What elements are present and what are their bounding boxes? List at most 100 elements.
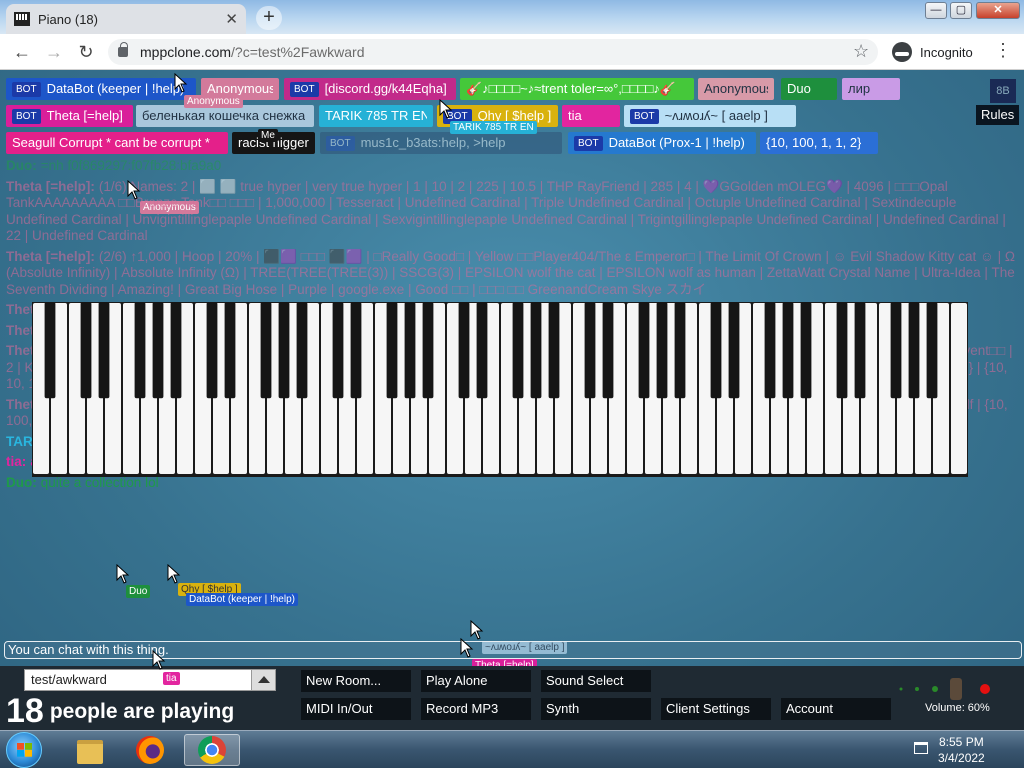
participant-tag[interactable]: BOT Theta [=help] xyxy=(6,105,133,127)
sound-select-button[interactable]: Sound Select xyxy=(541,670,651,692)
window-maximize-button[interactable]: ▢ xyxy=(950,2,972,19)
piano-keyboard[interactable] xyxy=(32,302,968,477)
window-minimize-button[interactable]: — xyxy=(925,2,947,19)
browser-tab-bar: Piano (18) ✕ + — ▢ ✕ xyxy=(0,0,1024,34)
participant-tag[interactable]: TARIK 785 TR EN xyxy=(319,105,433,127)
black-key[interactable] xyxy=(926,302,938,399)
chat-text: (2/6) ↑1,000 | Hoop | 20% | ⬛🟪 □□□ ⬛🟪 | … xyxy=(6,248,1015,297)
participant-tag[interactable]: BOT [discord.gg/k44Eqha] xyxy=(284,78,456,100)
participant-tag[interactable]: tia xyxy=(562,105,620,127)
incognito-indicator[interactable]: Incognito xyxy=(892,42,973,62)
black-key[interactable] xyxy=(260,302,272,399)
black-key[interactable] xyxy=(170,302,182,399)
chat-author: Theta [=help]: xyxy=(6,178,95,194)
white-key[interactable] xyxy=(951,303,967,474)
black-key[interactable] xyxy=(890,302,902,399)
participant-tag[interactable]: лир xyxy=(842,78,900,100)
account-button[interactable]: Account xyxy=(781,698,891,720)
participant-name: Duo xyxy=(787,81,811,96)
black-key[interactable] xyxy=(800,302,812,399)
black-key[interactable] xyxy=(404,302,416,399)
participant-tag[interactable]: BOT mus1c_b3ats:help, >help xyxy=(320,132,562,154)
tab-close-icon[interactable]: ✕ xyxy=(225,10,238,28)
black-key[interactable] xyxy=(512,302,524,399)
black-key[interactable] xyxy=(584,302,596,399)
black-key[interactable] xyxy=(278,302,290,399)
black-key[interactable] xyxy=(728,302,740,399)
start-button[interactable] xyxy=(6,732,42,768)
rules-button[interactable]: Rules xyxy=(976,105,1020,125)
participant-tag[interactable]: BOT DataBot (keeper | !help) xyxy=(6,78,196,100)
participant-tag[interactable]: беленькая кошечка снежка xyxy=(136,105,314,127)
black-key[interactable] xyxy=(44,302,56,399)
midi-button[interactable]: MIDI In/Out xyxy=(301,698,411,720)
taskbar-clock[interactable]: 8:55 PM 3/4/2022 xyxy=(938,734,985,766)
file-explorer-icon[interactable] xyxy=(68,734,112,766)
black-key[interactable] xyxy=(98,302,110,399)
black-key[interactable] xyxy=(206,302,218,399)
black-key[interactable] xyxy=(458,302,470,399)
reload-icon[interactable]: ↻ xyxy=(74,41,98,63)
browser-menu-icon[interactable]: ⋮ xyxy=(994,40,1012,61)
client-settings-button[interactable]: Client Settings xyxy=(661,698,771,720)
black-key[interactable] xyxy=(332,302,344,399)
bot-badge: BOT xyxy=(12,108,41,124)
synth-button[interactable]: Synth xyxy=(541,698,651,720)
black-key[interactable] xyxy=(80,302,92,399)
room-badge[interactable]: 8B xyxy=(990,79,1016,103)
black-key[interactable] xyxy=(296,302,308,399)
participant-tag[interactable]: {10, 100, 1, 1, 2} xyxy=(760,132,878,154)
participant-tag[interactable]: 🎸♪□□□□~♪≈trent toler=∞°,□□□□♪🎸 xyxy=(460,78,694,100)
black-key[interactable] xyxy=(674,302,686,399)
black-key[interactable] xyxy=(908,302,920,399)
browser-tab[interactable]: Piano (18) ✕ xyxy=(6,4,246,34)
window-close-button[interactable]: ✕ xyxy=(976,2,1020,19)
incognito-label: Incognito xyxy=(920,44,973,60)
url-input[interactable]: mppclone.com/?c=test%2Fawkward xyxy=(108,39,878,65)
black-key[interactable] xyxy=(710,302,722,399)
black-key[interactable] xyxy=(386,302,398,399)
black-key[interactable] xyxy=(638,302,650,399)
chevron-up-icon[interactable] xyxy=(251,670,275,690)
chat-author: Duo: xyxy=(6,158,37,173)
chat-text: (1/6) Names: 2 | ⬜ ⬜ true hyper | very t… xyxy=(6,178,1006,244)
record-mp3-button[interactable]: Record MP3 xyxy=(421,698,531,720)
black-key[interactable] xyxy=(854,302,866,399)
black-key[interactable] xyxy=(656,302,668,399)
bookmark-star-icon[interactable]: ☆ xyxy=(853,41,869,62)
chrome-icon[interactable] xyxy=(184,734,240,766)
participant-tag[interactable]: BOT DataBot (Prox-1 | !help) xyxy=(568,132,756,154)
black-key[interactable] xyxy=(350,302,362,399)
black-key[interactable] xyxy=(530,302,542,399)
participant-tag[interactable]: Seagull Corrupt * cant be corrupt * xyxy=(6,132,228,154)
black-key[interactable] xyxy=(422,302,434,399)
cursor-tag-me: Me xyxy=(258,129,278,142)
black-key[interactable] xyxy=(764,302,776,399)
firefox-icon[interactable] xyxy=(128,734,172,766)
participant-tag[interactable]: Anonymous xyxy=(698,78,774,100)
clock-time: 8:55 PM xyxy=(939,735,984,749)
black-key[interactable] xyxy=(782,302,794,399)
room-select[interactable]: test/awkward xyxy=(24,669,276,691)
chat-text: =nh f0f869297:f07fb28:bfa9a0 xyxy=(40,158,222,173)
new-room-button[interactable]: New Room... xyxy=(301,670,411,692)
forward-icon[interactable]: → xyxy=(42,41,66,63)
black-key[interactable] xyxy=(548,302,560,399)
black-key[interactable] xyxy=(602,302,614,399)
black-key[interactable] xyxy=(836,302,848,399)
participant-tag[interactable]: Duo xyxy=(781,78,837,100)
network-icon[interactable] xyxy=(914,742,928,754)
black-key[interactable] xyxy=(152,302,164,399)
url-path: /?c=test%2Fawkward xyxy=(231,44,365,60)
black-key[interactable] xyxy=(134,302,146,399)
bot-badge: BOT xyxy=(290,81,319,97)
black-key[interactable] xyxy=(224,302,236,399)
black-key[interactable] xyxy=(476,302,488,399)
participant-tag[interactable]: BOT ~ʌɹʍoɹʎ~ [ aaelp ] xyxy=(624,105,796,127)
new-tab-button[interactable]: + xyxy=(256,6,282,30)
back-icon[interactable]: ← xyxy=(10,41,34,63)
participant-name: {10, 100, 1, 1, 2} xyxy=(766,135,862,150)
cursor-icon xyxy=(167,564,181,584)
volume-knob[interactable] xyxy=(895,678,995,700)
play-alone-button[interactable]: Play Alone xyxy=(421,670,531,692)
